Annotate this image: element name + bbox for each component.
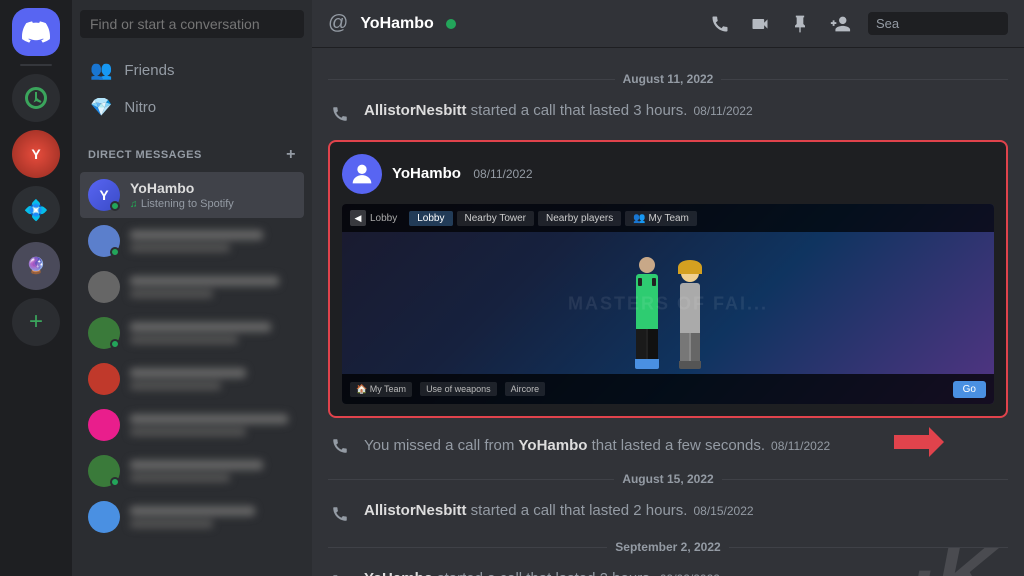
- phone-icon-3: [328, 570, 352, 576]
- date-text-sep2: September 2, 2022: [615, 540, 720, 554]
- server-icon-bar: Y 💠 🔮 +: [0, 0, 72, 576]
- dm-item-yohambo[interactable]: Y YoHambo ♫ Listening to Spotify: [80, 172, 304, 218]
- date-text-aug11: August 11, 2022: [623, 72, 714, 86]
- dm-avatar-8: [88, 501, 120, 533]
- friends-label: Friends: [124, 62, 174, 79]
- chat-search-box[interactable]: Sea: [868, 12, 1008, 35]
- dm-info-6: [130, 414, 296, 436]
- dm-status-yohambo: ♫ Listening to Spotify: [130, 196, 296, 210]
- dm-avatar-yohambo: Y: [88, 179, 120, 211]
- phone-icon-1: [328, 102, 352, 126]
- dm-info-3: [130, 276, 296, 298]
- dm-info-5: [130, 368, 296, 390]
- date-text-aug15: August 15, 2022: [622, 472, 713, 486]
- phone-icon-missed: [328, 434, 352, 458]
- add-server-button[interactable]: +: [12, 298, 60, 346]
- activity-sender: YoHambo: [392, 165, 461, 182]
- call-message-content-1: AllistorNesbitt started a call that last…: [364, 100, 1008, 121]
- dm-item-6[interactable]: [80, 402, 304, 448]
- nitro-label: Nitro: [124, 99, 156, 116]
- game-watermark: MASTERS OF FAI...: [568, 294, 768, 315]
- dm-avatar-6: [88, 409, 120, 441]
- status-dot-7: [110, 477, 120, 487]
- add-dm-button[interactable]: +: [286, 146, 296, 164]
- friends-icon: 👥: [90, 60, 112, 81]
- status-dot-4: [110, 339, 120, 349]
- search-bar-container: [72, 0, 312, 48]
- activity-date: 08/11/2022: [473, 167, 532, 181]
- chat-header: @ YoHambo: [312, 0, 1024, 48]
- chat-header-name: YoHambo: [360, 15, 433, 33]
- call-message-3: YoHambo started a call that lasted 2 hou…: [312, 566, 1024, 576]
- online-status-indicator: [446, 19, 456, 29]
- dm-sidebar: 👥 Friends 💎 Nitro DIRECT MESSAGES + Y Yo…: [72, 0, 312, 576]
- dm-avatar-7: [88, 455, 120, 487]
- game-screenshot: ◀ Lobby Lobby Nearby Tower Nearby player…: [342, 204, 994, 404]
- status-dot-2: [110, 247, 120, 257]
- pin-button[interactable]: [788, 12, 812, 36]
- icon-bar-divider: [20, 64, 52, 66]
- add-member-button[interactable]: [828, 12, 852, 36]
- dm-name-yohambo: YoHambo: [130, 180, 296, 196]
- explore-button[interactable]: [12, 74, 60, 122]
- video-button[interactable]: [748, 12, 772, 36]
- call-message-2: AllistorNesbitt started a call that last…: [312, 498, 1024, 528]
- game-lobby-label: Lobby: [370, 213, 397, 224]
- dm-list: Y YoHambo ♫ Listening to Spotify: [72, 168, 312, 576]
- nitro-icon: 💎: [90, 97, 112, 118]
- date-divider-sep2: September 2, 2022: [312, 532, 1024, 562]
- dm-item-7[interactable]: [80, 448, 304, 494]
- dm-avatar-4: [88, 317, 120, 349]
- dm-info-8: [130, 506, 296, 528]
- dm-item-2[interactable]: [80, 218, 304, 264]
- call-message-1: AllistorNesbitt started a call that last…: [312, 98, 1024, 128]
- dm-info-2: [130, 230, 296, 252]
- server-avatar-1[interactable]: Y: [12, 130, 60, 178]
- red-arrow-indicator: [894, 427, 944, 464]
- game-go-button[interactable]: Go: [953, 381, 986, 398]
- dm-info-4: [130, 322, 296, 344]
- dm-avatar-2: [88, 225, 120, 257]
- dm-info-7: [130, 460, 296, 482]
- dm-item-5[interactable]: [80, 356, 304, 402]
- missed-call-row: You missed a call from YoHambo that last…: [312, 430, 1024, 460]
- date-divider-aug15: August 15, 2022: [312, 464, 1024, 494]
- call-sender-1: AllistorNesbitt: [364, 102, 467, 119]
- activity-card-header: YoHambo 08/11/2022: [342, 154, 994, 194]
- discord-home-button[interactable]: [12, 8, 60, 56]
- dm-item-4[interactable]: [80, 310, 304, 356]
- server-avatar-2[interactable]: 💠: [12, 186, 60, 234]
- dm-info-yohambo: YoHambo ♫ Listening to Spotify: [130, 180, 296, 210]
- dm-section-header: DIRECT MESSAGES +: [72, 130, 312, 168]
- status-dot-yohambo: [110, 201, 120, 211]
- sidebar-item-friends[interactable]: 👥 Friends: [80, 52, 304, 89]
- sidebar-item-nitro[interactable]: 💎 Nitro: [80, 89, 304, 126]
- dm-item-8[interactable]: [80, 494, 304, 540]
- server-avatar-3[interactable]: 🔮: [12, 242, 60, 290]
- activity-avatar: [342, 154, 382, 194]
- at-symbol: @: [328, 12, 348, 35]
- messages-container: August 11, 2022 AllistorNesbitt started …: [312, 48, 1024, 576]
- dm-item-3[interactable]: [80, 264, 304, 310]
- sidebar-nav: 👥 Friends 💎 Nitro: [72, 48, 312, 130]
- date-divider-aug11: August 11, 2022: [312, 64, 1024, 94]
- call-button[interactable]: [708, 12, 732, 36]
- header-actions: Sea: [708, 12, 1008, 36]
- search-input[interactable]: [80, 10, 304, 38]
- activity-card: YoHambo 08/11/2022 ◀ Lobby Lobby Nearby …: [328, 140, 1008, 418]
- chat-area: @ YoHambo: [312, 0, 1024, 576]
- phone-icon-2: [328, 502, 352, 526]
- dm-avatar-3: [88, 271, 120, 303]
- dm-avatar-5: [88, 363, 120, 395]
